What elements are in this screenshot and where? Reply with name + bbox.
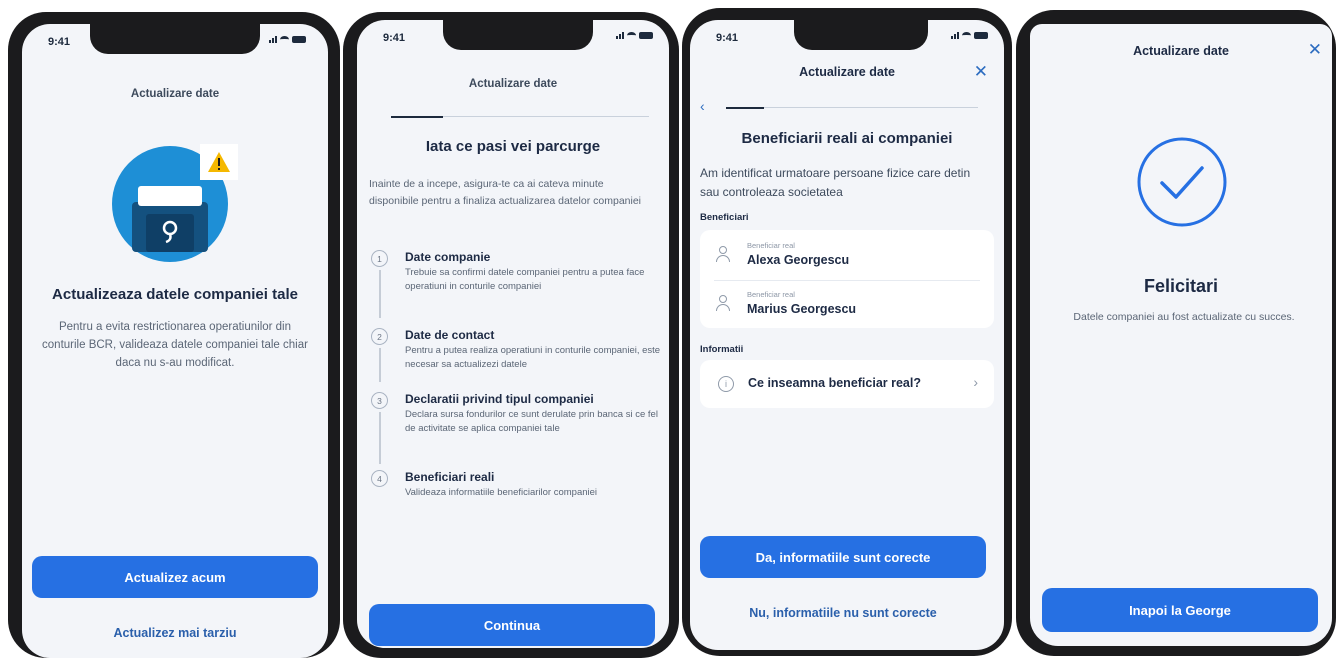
step-connector	[379, 412, 381, 464]
step-number: 4	[371, 470, 388, 487]
chevron-left-icon[interactable]: ‹	[700, 98, 705, 114]
steps-list: 1 Date companie Trebuie sa confirmi date…	[371, 250, 661, 500]
person-icon	[716, 246, 730, 262]
progress-bar	[726, 106, 978, 109]
screen-success: Actualizare date ✕ Felicitari Datele com…	[1030, 24, 1332, 646]
battery-icon	[639, 32, 653, 39]
step-connector	[379, 270, 381, 318]
screen-steps: 9:41 Actualizare date Iata ce pasi vei p…	[357, 20, 669, 648]
wifi-icon	[627, 32, 636, 39]
warning-icon	[200, 144, 238, 180]
continue-button[interactable]: Continua	[369, 604, 655, 646]
status-icons	[616, 32, 653, 39]
steps-intro: Inainte de a incepe, asigura-te ca ai ca…	[369, 178, 642, 207]
beneficiari-label: Beneficiari	[700, 212, 749, 223]
confirm-correct-button[interactable]: Da, informatiile sunt corecte	[700, 536, 986, 578]
back-to-george-button[interactable]: Inapoi la George	[1042, 588, 1318, 632]
beneficiaries-card: Beneficiar real Alexa Georgescu Benefici…	[700, 230, 994, 328]
notch	[794, 20, 928, 50]
step-desc: Declara sursa fondurilor ce sunt derulat…	[405, 409, 658, 434]
info-icon: i	[718, 376, 734, 392]
signal-icon	[951, 32, 959, 39]
incorrect-info-link[interactable]: Nu, informatiile nu sunt corecte	[700, 606, 986, 620]
progress-fill	[391, 115, 443, 118]
beneficiary-name: Marius Georgescu	[747, 302, 857, 316]
progress-bar	[391, 115, 649, 118]
status-time: 9:41	[383, 32, 406, 44]
step-desc: Pentru a putea realiza operatiuni in con…	[405, 345, 661, 370]
update-later-link[interactable]: Actualizez mai tarziu	[32, 626, 318, 640]
beneficiary-row[interactable]: Beneficiar real Marius Georgescu	[700, 280, 994, 328]
phone-frame-3: 9:41 Actualizare date ✕ ‹ Beneficiarii r…	[682, 8, 1012, 656]
header-title: Actualizare date	[1133, 44, 1229, 58]
intro-title: Actualizeaza datele companiei tale	[52, 286, 298, 303]
step-connector	[379, 348, 381, 382]
notch	[443, 20, 593, 50]
check-circle-icon	[1136, 136, 1228, 228]
step-number: 1	[371, 250, 388, 267]
header-title: Actualizare date	[799, 65, 895, 79]
beneficiary-caption: Beneficiar real	[747, 290, 795, 299]
chevron-right-icon: ›	[973, 374, 978, 390]
step-title: Date companie	[405, 250, 491, 264]
header-title: Actualizare date	[130, 88, 220, 100]
phone-frame-4: Actualizare date ✕ Felicitari Datele com…	[1016, 10, 1336, 656]
battery-icon	[292, 36, 306, 43]
intro-body: Pentru a evita restrictionarea operatiun…	[42, 321, 308, 369]
signal-icon	[616, 32, 624, 39]
wifi-icon	[280, 36, 289, 43]
header-title: Actualizare date	[468, 78, 558, 90]
screen-intro: 9:41 Actualizare date Actualizeaza datel…	[22, 24, 328, 658]
status-time: 9:41	[716, 32, 739, 44]
close-icon[interactable]: ✕	[974, 62, 988, 82]
info-item[interactable]: i Ce inseamna beneficiar real? ›	[700, 360, 994, 408]
success-title: Felicitari	[1143, 276, 1219, 296]
step-title: Date de contact	[405, 328, 495, 342]
person-icon	[716, 295, 730, 311]
step-title: Declaratii privind tipul companiei	[405, 392, 594, 406]
step-desc: Valideaza informatiile beneficiarilor co…	[405, 487, 598, 498]
beneficiaries-intro: Am identificat urmatoare persoane fizice…	[700, 166, 971, 199]
signal-icon	[269, 36, 277, 43]
steps-title: Iata ce pasi vei parcurge	[425, 138, 601, 155]
progress-fill	[726, 106, 764, 109]
beneficiaries-title: Beneficiarii reali ai companiei	[741, 130, 953, 147]
battery-icon	[974, 32, 988, 39]
notch	[90, 24, 260, 54]
informatii-label: Informatii	[700, 344, 744, 355]
wifi-icon	[962, 32, 971, 39]
status-icons	[951, 32, 988, 39]
step-number: 2	[371, 328, 388, 345]
step-title: Beneficiari reali	[405, 470, 495, 484]
beneficiary-row[interactable]: Beneficiar real Alexa Georgescu	[700, 231, 994, 279]
update-now-button[interactable]: Actualizez acum	[32, 556, 318, 598]
beneficiary-name: Alexa Georgescu	[747, 253, 850, 267]
step-number: 3	[371, 392, 388, 409]
phone-frame-1: 9:41 Actualizare date Actualizeaza datel…	[8, 12, 340, 658]
phone-frame-2: 9:41 Actualizare date Iata ce pasi vei p…	[343, 12, 679, 658]
step-desc: Trebuie sa confirmi datele companiei pen…	[405, 267, 645, 292]
close-icon[interactable]: ✕	[1308, 40, 1322, 60]
success-body: Datele companiei au fost actualizate cu …	[1073, 311, 1295, 323]
info-item-label: Ce inseamna beneficiar real?	[748, 376, 921, 390]
beneficiary-caption: Beneficiar real	[747, 241, 795, 250]
status-icons	[269, 36, 306, 43]
status-time: 9:41	[48, 36, 71, 48]
screen-beneficiaries: 9:41 Actualizare date ✕ ‹ Beneficiarii r…	[690, 20, 1004, 650]
